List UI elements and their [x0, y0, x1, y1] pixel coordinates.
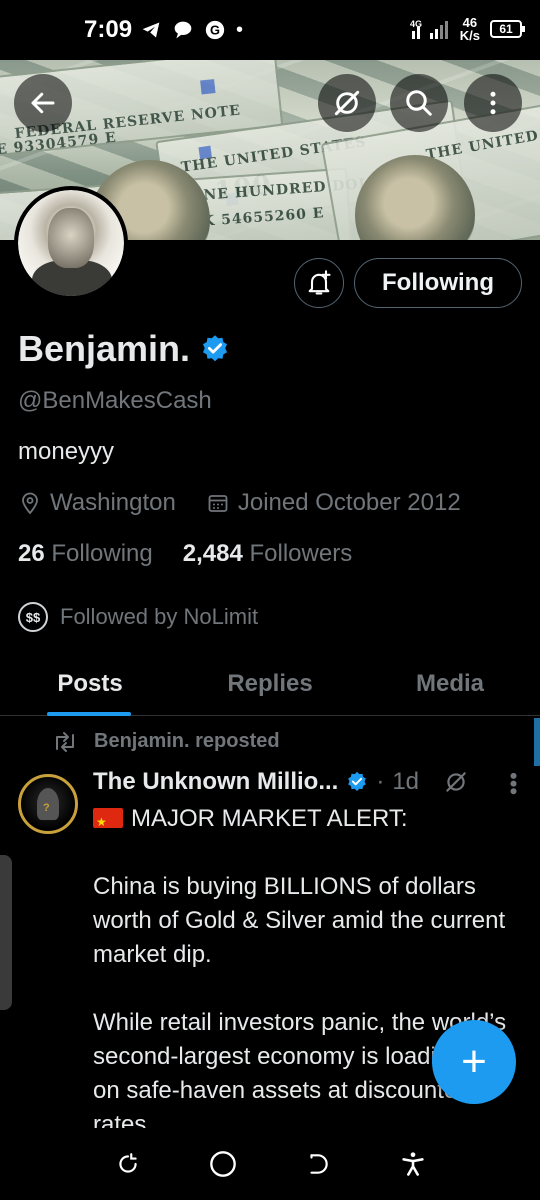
status-bar: 7:09 G • 4G 46 K/s 61 [0, 0, 540, 60]
post-author-avatar[interactable]: ? [18, 774, 78, 834]
following-label: Following [51, 540, 153, 567]
china-flag-icon [93, 805, 123, 839]
location-pin-icon [22, 492, 38, 515]
recent-apps-icon [118, 1153, 137, 1173]
tab-posts[interactable]: Posts [0, 652, 180, 716]
followers-label: Followers [249, 540, 353, 567]
app-g-icon: G [205, 20, 225, 40]
network-speed: 46 K/s [460, 16, 480, 42]
following-count: 26 [18, 540, 45, 567]
accessibility-button[interactable] [393, 1144, 433, 1184]
following-button[interactable]: Following [354, 258, 522, 308]
svg-text:G: G [210, 23, 220, 38]
post-timestamp: 1d [392, 768, 420, 795]
more-notifications-dot-icon: • [236, 19, 244, 41]
followed-by-row[interactable]: $$ Followed by NoLimit [18, 602, 258, 632]
display-name-text: Benjamin. [18, 328, 191, 369]
more-options-button[interactable] [464, 74, 522, 132]
telegram-icon [142, 22, 160, 38]
edge-panel-handle[interactable] [0, 855, 12, 1010]
back-nav-button[interactable] [298, 1144, 338, 1184]
follower-avatar-icon: $$ [18, 602, 48, 632]
post-more-options-icon[interactable]: ••• [501, 772, 526, 795]
battery-icon: 61 [490, 20, 525, 38]
followers-count: 2,484 [182, 540, 243, 567]
profile-avatar[interactable] [14, 186, 128, 300]
grok-button[interactable] [318, 74, 376, 132]
profile-display-name: Benjamin. [18, 328, 230, 370]
status-system-icons: 4G 46 K/s 61 [410, 16, 525, 42]
bill-text: K 54655260 E [201, 205, 325, 230]
system-nav-bar [0, 1128, 540, 1200]
home-button[interactable] [203, 1144, 243, 1184]
repost-indicator: Benjamin. reposted [52, 730, 280, 753]
compose-post-button[interactable]: + [432, 1020, 516, 1104]
status-notification-icons: G • [140, 18, 243, 42]
profile-tabs: Posts Replies Media [0, 652, 540, 716]
profile-handle: @BenMakesCash [18, 387, 212, 414]
chat-bubble-icon [174, 21, 192, 39]
search-icon [406, 90, 432, 116]
back-button[interactable] [14, 74, 72, 132]
scroll-indicator [534, 718, 540, 766]
profile-joined-date: Joined October 2012 [237, 489, 461, 516]
followers-count-link[interactable]: 2,484 Followers [183, 540, 352, 568]
followed-by-text: Followed by NoLimit [60, 604, 259, 629]
following-count-link[interactable]: 26 Following [18, 540, 153, 568]
profile-bio: moneyyy [18, 438, 115, 465]
tab-replies[interactable]: Replies [180, 652, 360, 715]
post-author-name[interactable]: The Unknown Millio... [93, 768, 338, 796]
signal-4g-icon: 4G [410, 19, 448, 39]
verified-badge-icon[interactable] [200, 334, 230, 364]
search-button[interactable] [390, 74, 448, 132]
bell-plus-icon [308, 270, 331, 295]
calendar-icon [208, 495, 228, 512]
svg-text:4G: 4G [410, 19, 422, 29]
status-time: 7:09 [84, 16, 133, 43]
post-separator: · [376, 768, 385, 795]
grok-icon[interactable] [443, 769, 469, 795]
repost-icon [56, 731, 74, 752]
home-circle-icon [209, 1151, 236, 1177]
grok-icon [334, 90, 360, 116]
recent-apps-button[interactable] [108, 1144, 148, 1184]
arrow-left-icon [31, 92, 55, 114]
post-header: The Unknown Millio... · 1d [93, 768, 469, 796]
profile-meta: Washington Joined October 2012 [18, 489, 461, 517]
profile-location: Washington [50, 489, 176, 516]
accessibility-icon [401, 1152, 424, 1176]
repost-text: Benjamin. reposted [94, 730, 280, 752]
verified-badge-icon [348, 771, 367, 791]
more-vertical-icon [490, 91, 496, 115]
notifications-subscribe-button[interactable] [294, 258, 344, 308]
network-speed-unit: K/s [459, 28, 480, 43]
profile-counts: 26 Following 2,484 Followers [18, 540, 352, 568]
back-nav-icon [309, 1154, 328, 1174]
tab-media[interactable]: Media [360, 652, 540, 715]
